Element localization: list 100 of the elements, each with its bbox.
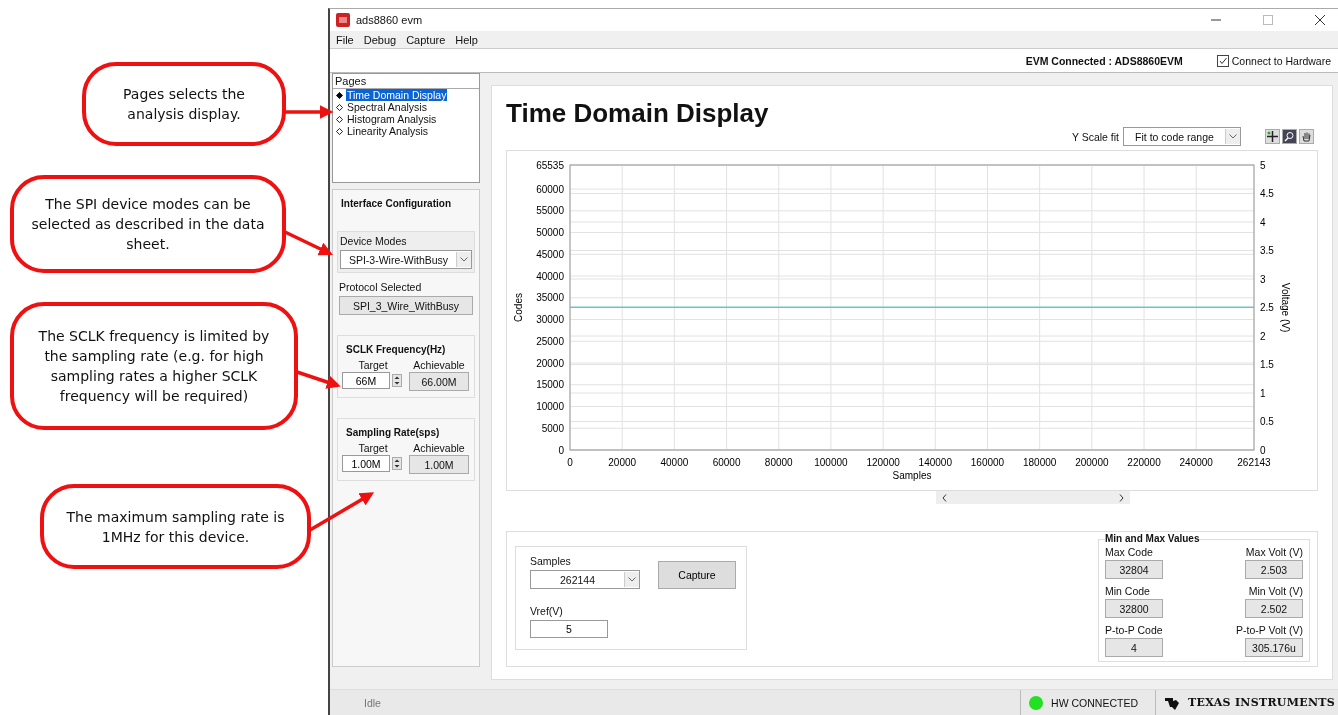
page-item[interactable]: Histogram Analysis [333, 113, 479, 125]
field-label: P-to-P Volt (V) [1236, 624, 1303, 636]
field-label: Min Volt (V) [1248, 585, 1303, 597]
x-tick-label: 180000 [1023, 457, 1057, 468]
x-tick-label: 120000 [866, 457, 900, 468]
close-icon[interactable] [1315, 15, 1325, 25]
window-title: ads8860 evm [356, 14, 424, 26]
app-icon [336, 13, 350, 27]
right-axis-title: Voltage (V) [1280, 282, 1291, 333]
callout-arrow [284, 230, 333, 256]
y-tick-label: 55000 [536, 205, 564, 217]
callout: The SPI device modes can be selected as described in the data sheet. [10, 175, 286, 273]
y-tick-label: 20000 [536, 357, 564, 369]
field-label: P-to-P Code [1105, 624, 1163, 636]
x-tick-label: 262143 [1237, 457, 1271, 468]
x-tick-label: 200000 [1075, 457, 1109, 468]
y-tick-label: 5000 [541, 422, 564, 434]
connect-checkbox[interactable]: Connect to Hardware [1216, 54, 1331, 67]
y-tick-label: 40000 [536, 270, 564, 282]
callout: Pages selects the analysis display. [82, 62, 286, 146]
callout-arrow [309, 492, 375, 532]
y-tick-label: 30000 [536, 314, 564, 326]
right-tick-label: 1.5 [1260, 359, 1274, 370]
vref-input[interactable]: 5 [530, 619, 608, 638]
section-title: Interface Configuration [340, 198, 452, 209]
y-tick-label: 50000 [536, 227, 564, 239]
checkbox[interactable] [1216, 54, 1229, 67]
x-tick-label: 20000 [608, 457, 637, 468]
x-tick-label: 140000 [918, 457, 952, 468]
samples-dropdown[interactable]: 262144 [530, 570, 640, 589]
menu-item[interactable]: Help [455, 33, 478, 46]
status-text: Idle [364, 696, 382, 709]
field-label: Device Modes [340, 235, 408, 247]
callout-arrow [296, 370, 341, 389]
spinner-arrows-icon[interactable] [392, 457, 402, 470]
x-tick-label: 0 [567, 457, 573, 468]
field-label: Max Code [1105, 546, 1153, 558]
field-label: Achievable [413, 442, 465, 454]
group-title: Min and Max Values [1105, 533, 1200, 544]
value-display: 32804 [1105, 560, 1163, 579]
value-display: 305.176u [1245, 638, 1303, 657]
horizontal-scrollbar[interactable] [936, 491, 1130, 504]
value-display: 2.502 [1245, 599, 1303, 618]
menu-item[interactable]: File [336, 33, 354, 46]
pan-hand-icon[interactable] [1299, 129, 1314, 144]
page-item[interactable]: Spectral Analysis [333, 101, 479, 113]
x-tick-label: 100000 [814, 457, 848, 468]
spinner-arrows-icon[interactable] [392, 374, 402, 387]
right-tick-label: 3 [1260, 273, 1266, 285]
field-label: Y Scale fit [1071, 130, 1119, 143]
callout: The SCLK frequency is limited by the sampling rate (e.g. for high sampling rates a higher SCLK frequency will be required) [10, 302, 298, 430]
right-tick-label: 5 [1260, 159, 1266, 171]
field-label: Samples [530, 555, 572, 567]
menu-item[interactable]: Debug [363, 33, 397, 46]
right-tick-label: 2 [1260, 330, 1266, 342]
group-title: Sampling Rate(sps) [345, 427, 441, 438]
connection-status: EVM Connected : ADS8860EVM [1025, 54, 1183, 67]
page-item[interactable]: Linearity Analysis [333, 125, 479, 137]
right-tick-label: 0.5 [1260, 416, 1274, 427]
achievable-display: 66.00M [409, 372, 469, 391]
target-input[interactable]: 66M [342, 372, 390, 389]
field-label: Max Volt (V) [1245, 546, 1303, 558]
page-title: Time Domain Display [506, 98, 770, 129]
device-mode-dropdown[interactable]: SPI-3-Wire-WithBusy [340, 250, 472, 269]
right-tick-label: 4.5 [1260, 188, 1274, 199]
zoom-icon[interactable] [1282, 129, 1297, 144]
field-label: Achievable [413, 359, 465, 371]
right-tick-label: 3.5 [1260, 245, 1274, 256]
x-tick-label: 220000 [1127, 457, 1161, 468]
right-tick-label: 1 [1260, 387, 1266, 399]
x-axis-title: Samples [892, 470, 932, 481]
y-tick-label: 10000 [536, 401, 564, 412]
scroll-right-icon[interactable] [1119, 493, 1124, 502]
crosshair-icon[interactable] [1265, 129, 1280, 144]
field-label: Protocol Selected [339, 281, 423, 293]
callout-arrow [285, 105, 334, 119]
x-tick-label: 40000 [660, 457, 689, 468]
y-scale-dropdown[interactable]: Fit to code range [1123, 127, 1241, 146]
capture-button[interactable]: Capture [658, 561, 736, 589]
scroll-left-icon[interactable] [942, 493, 947, 502]
achievable-display: 1.00M [409, 455, 469, 474]
status-text: HW CONNECTED [1051, 696, 1139, 709]
target-input[interactable]: 1.00M [342, 455, 390, 472]
right-tick-label: 4 [1260, 216, 1266, 228]
y-tick-label: 45000 [536, 248, 564, 260]
menu-item[interactable]: Capture [406, 33, 446, 46]
right-tick-label: 2.5 [1260, 302, 1274, 313]
value-display: 4 [1105, 638, 1163, 657]
y-tick-label: 65535 [536, 159, 564, 171]
check-icon [1218, 56, 1227, 65]
y-tick-label: 0 [558, 444, 564, 456]
right-tick-label: 0 [1260, 444, 1266, 456]
protocol-display: SPI_3_Wire_WithBusy [339, 296, 473, 315]
y-tick-label: 60000 [536, 183, 564, 195]
field-label: Vref(V) [530, 604, 564, 617]
y-axis-title: Codes [513, 293, 524, 322]
field-label: Target [358, 442, 388, 454]
y-tick-label: 35000 [536, 292, 564, 304]
y-tick-label: 15000 [536, 379, 564, 391]
company-logo-text: TEXAS INSTRUMENTS [1188, 696, 1335, 709]
